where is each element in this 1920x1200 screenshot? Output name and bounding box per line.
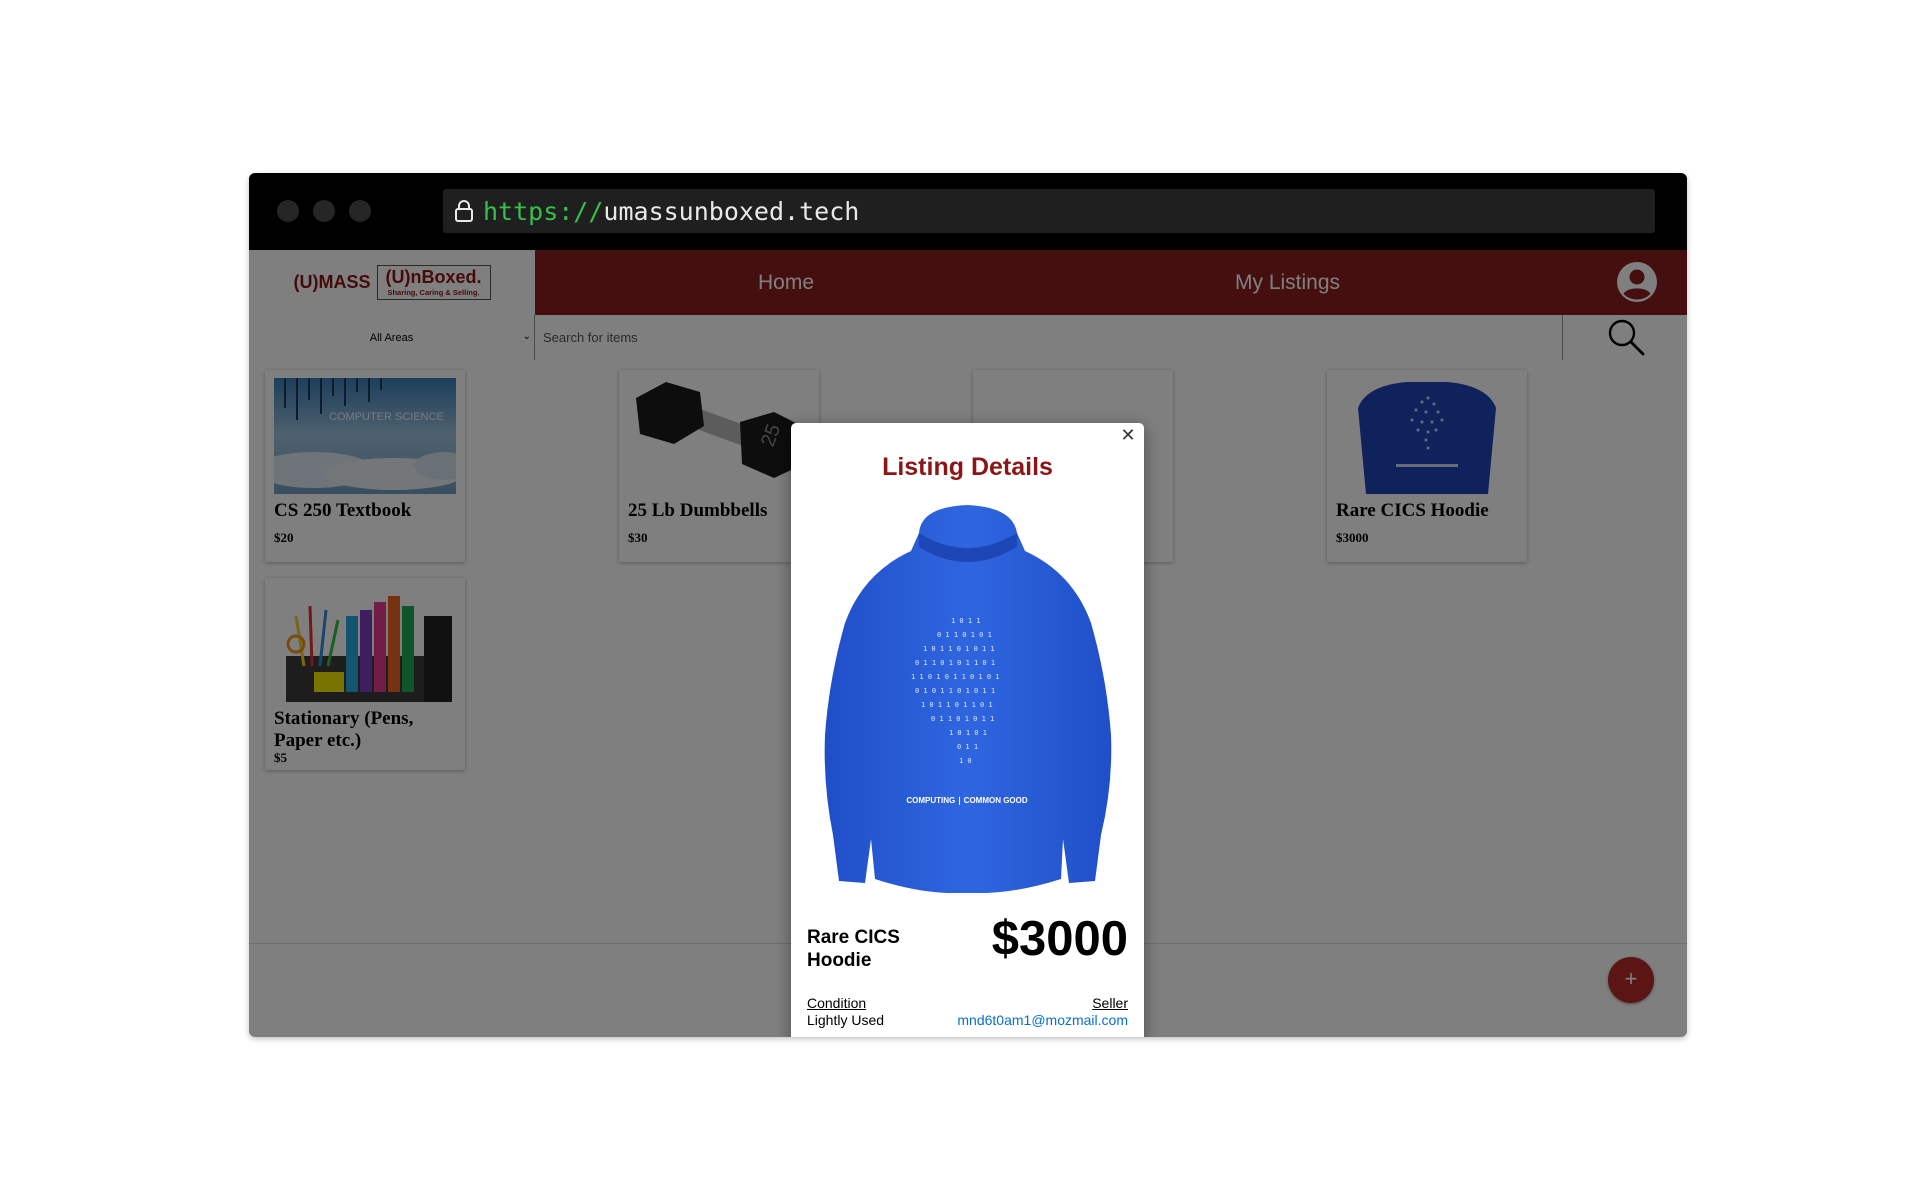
close-icon[interactable]: ✕	[1118, 425, 1138, 446]
svg-text:0 1 1 0 1 0 1 1 0 1: 0 1 1 0 1 0 1 1 0 1	[915, 659, 995, 667]
window-minimize-dot[interactable]	[313, 200, 335, 222]
svg-text:COMPUTING ∣ COMMON GOOD: COMPUTING ∣ COMMON GOOD	[906, 796, 1028, 805]
svg-text:1 0 1 1: 1 0 1 1	[951, 617, 981, 625]
listing-details-modal: ✕ Listing Details 1 0 1 1 0 1 1 0 1 0 1 …	[791, 423, 1144, 1037]
seller-label: Seller	[1092, 995, 1128, 1011]
svg-text:1 0 1 0 1: 1 0 1 0 1	[949, 729, 987, 737]
browser-window: https://umassunboxed.tech (U)MASS (U)nBo…	[249, 173, 1687, 1037]
svg-text:1 0 1 1 0 1 1 0 1: 1 0 1 1 0 1 1 0 1	[921, 701, 993, 709]
lock-icon	[453, 199, 475, 223]
svg-text:1 0: 1 0	[959, 757, 972, 765]
svg-text:0 1 1 0 1 0 1: 0 1 1 0 1 0 1	[937, 631, 992, 639]
svg-text:0 1 1 0 1 0 1 1: 0 1 1 0 1 0 1 1	[931, 715, 994, 723]
svg-text:1 1 0 1 0 1 1 0 1 0 1: 1 1 0 1 0 1 1 0 1 0 1	[911, 673, 1000, 681]
modal-price: $3000	[991, 912, 1128, 966]
condition-value: Lightly Used	[807, 1012, 885, 1028]
window-close-dot[interactable]	[277, 200, 299, 222]
url-text: https://umassunboxed.tech	[483, 197, 859, 226]
svg-text:1 0 1 1 0 1 0 1 1: 1 0 1 1 0 1 0 1 1	[923, 645, 995, 653]
modal-item-name: Rare CICS Hoodie	[807, 927, 900, 971]
seller-email-link[interactable]: mnd6t0am1@mozmail.com	[957, 1012, 1128, 1028]
hoodie-image: 1 0 1 1 0 1 1 0 1 0 1 1 0 1 1 0 1 0 1 1 …	[811, 503, 1124, 894]
condition-label: Condition	[807, 995, 867, 1011]
window-maximize-dot[interactable]	[349, 200, 371, 222]
browser-chrome: https://umassunboxed.tech	[249, 173, 1687, 250]
address-bar[interactable]: https://umassunboxed.tech	[443, 189, 1655, 233]
url-host: umassunboxed.tech	[603, 196, 860, 226]
svg-text:0 1 0 1 1 0 1 0 1 1: 0 1 0 1 1 0 1 0 1 1	[915, 687, 995, 695]
modal-title: Listing Details	[882, 453, 1053, 481]
svg-text:0 1 1: 0 1 1	[957, 743, 978, 751]
url-scheme: https://	[483, 196, 604, 226]
